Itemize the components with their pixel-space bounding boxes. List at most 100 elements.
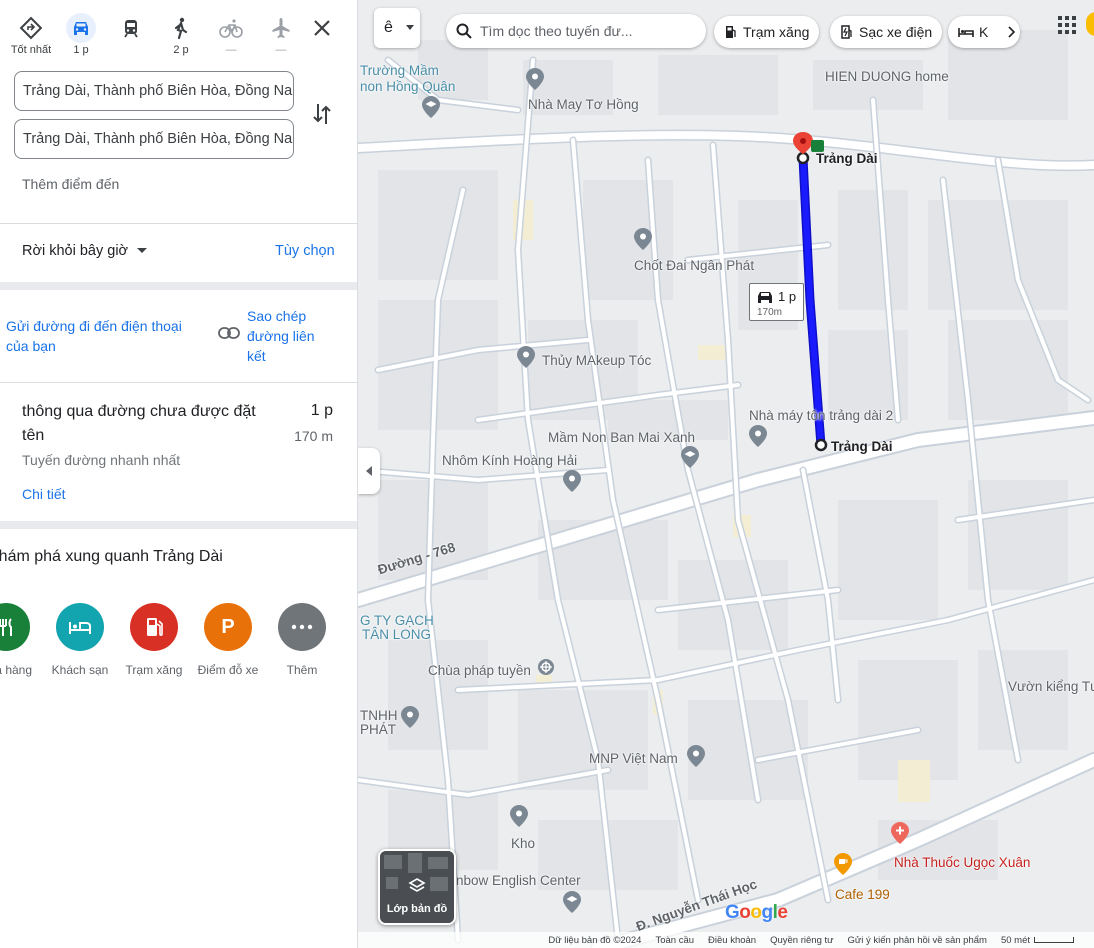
pin-icon[interactable] bbox=[563, 470, 581, 492]
gas-station-icon bbox=[726, 26, 736, 38]
route-search-input[interactable]: Tìm dọc theo tuyến đư... bbox=[446, 14, 706, 48]
category-gas-stations[interactable]: Trạm xăng bbox=[114, 603, 194, 677]
origin-field[interactable]: Trảng Dài, Thành phố Biên Hòa, Đồng Nai bbox=[14, 71, 294, 111]
depart-label: Rời khỏi bây giờ bbox=[22, 243, 129, 259]
chip-label: Trạm xăng bbox=[743, 24, 810, 40]
depart-time-select[interactable]: Rời khỏi bây giờ bbox=[22, 243, 148, 259]
pin-icon[interactable] bbox=[401, 706, 419, 728]
details-link[interactable]: Chi tiết bbox=[22, 486, 66, 502]
layers-button[interactable]: Lớp bản đồ bbox=[378, 849, 456, 925]
map-label: MNP Việt Nam bbox=[589, 751, 678, 766]
close-icon[interactable] bbox=[308, 14, 336, 42]
map-label: Chốt Đai Ngân Phát bbox=[634, 258, 755, 273]
car-icon bbox=[758, 292, 772, 303]
mode-best[interactable]: Tốt nhất bbox=[9, 8, 53, 60]
directions-panel: Tốt nhất 1 p 2 p — — Trảng Dài, Thành ph… bbox=[0, 0, 358, 948]
collapse-panel-button[interactable] bbox=[358, 448, 380, 494]
route-chip-time: 1 p bbox=[778, 289, 797, 304]
mode-walk-label: 2 p bbox=[173, 44, 189, 56]
divider bbox=[0, 521, 357, 529]
lang-label: ê bbox=[384, 19, 393, 36]
mode-transit[interactable] bbox=[109, 8, 153, 60]
category-hotels[interactable]: Khách sạn bbox=[40, 603, 120, 677]
options-link[interactable]: Tùy chọn bbox=[275, 243, 335, 259]
caret-down-icon bbox=[405, 25, 414, 30]
gas-station-icon bbox=[130, 603, 178, 651]
layers-label: Lớp bản đồ bbox=[386, 903, 448, 915]
feedback-link[interactable]: Gửi ý kiến phản hồi về sản phẩm bbox=[848, 935, 987, 946]
category-label: Trạm xăng bbox=[125, 663, 183, 677]
destination-field[interactable]: Trảng Dài, Thành phố Biên Hòa, Đồng Nai bbox=[14, 119, 294, 159]
map-footer: Dữ liệu bản đồ ©2024 Toàn cầu Điều khoản… bbox=[358, 932, 1094, 948]
bike-icon bbox=[219, 19, 243, 38]
maps-app: Tốt nhất 1 p 2 p — — Trảng Dài, Thành ph… bbox=[0, 0, 1094, 948]
pin-icon[interactable] bbox=[526, 68, 544, 90]
map-canvas[interactable]: ê Tìm dọc theo tuyến đư... Trạm xăng Sạc… bbox=[358, 0, 1094, 948]
map-label: Nhà máy tôn trảng dài 2 bbox=[749, 408, 894, 423]
input-tools-button[interactable]: ê bbox=[374, 8, 420, 48]
terms-link[interactable]: Điều khoản bbox=[708, 935, 756, 946]
temple-icon[interactable] bbox=[537, 656, 555, 678]
car-icon bbox=[66, 13, 96, 43]
map-label: TÂN LONG bbox=[362, 627, 432, 642]
ev-charging-icon bbox=[841, 25, 852, 39]
pin-icon[interactable] bbox=[749, 425, 767, 447]
route-time-chip[interactable]: 1 p 170m bbox=[749, 283, 804, 321]
category-more[interactable]: Thêm bbox=[262, 603, 342, 677]
route-distance: 170 m bbox=[294, 428, 333, 444]
cafe-icon[interactable] bbox=[834, 853, 852, 875]
pin-icon[interactable] bbox=[510, 805, 528, 827]
search-placeholder: Tìm dọc theo tuyến đư... bbox=[480, 23, 633, 39]
category-parking[interactable]: P Điểm đỗ xe bbox=[188, 603, 268, 677]
route-subtitle: Tuyến đường nhanh nhất bbox=[22, 452, 181, 468]
pin-icon[interactable] bbox=[687, 745, 705, 767]
travel-modes: Tốt nhất 1 p 2 p — — bbox=[0, 8, 357, 60]
link-icon bbox=[218, 327, 240, 339]
walk-icon bbox=[174, 17, 188, 40]
parking-icon: P bbox=[204, 603, 252, 651]
apps-grid-icon[interactable] bbox=[1056, 14, 1078, 36]
mode-car[interactable]: 1 p bbox=[59, 8, 103, 60]
swap-icon[interactable] bbox=[306, 98, 338, 130]
mode-flight[interactable]: — bbox=[259, 8, 303, 60]
map-label: nbow English Center bbox=[456, 873, 581, 888]
origin-value: Trảng Dài, Thành phố Biên Hòa, Đồng Nai bbox=[23, 83, 294, 99]
category-label: Điểm đỗ xe bbox=[197, 663, 259, 677]
map-label: Trảng Dài bbox=[831, 439, 893, 454]
mode-best-label: Tốt nhất bbox=[10, 44, 52, 56]
chip-hotels[interactable]: K bbox=[948, 16, 1020, 48]
chevron-left-icon bbox=[366, 466, 372, 476]
school-icon[interactable] bbox=[681, 446, 699, 468]
map-label: Nhôm Kính Hoàng Hải bbox=[442, 453, 578, 468]
map-label: Nhà May Tơ Hồng bbox=[528, 97, 639, 112]
road-network bbox=[358, 30, 1094, 948]
train-icon bbox=[124, 20, 138, 38]
map-label: Kho bbox=[511, 836, 536, 851]
pin-icon[interactable] bbox=[634, 228, 652, 250]
mode-bike[interactable]: — bbox=[209, 8, 253, 60]
global-link[interactable]: Toàn cầu bbox=[655, 935, 694, 946]
add-destination[interactable]: Thêm điểm đến bbox=[22, 176, 119, 192]
pharmacy-icon[interactable] bbox=[891, 822, 909, 844]
pin-icon[interactable] bbox=[517, 346, 535, 368]
map-label: non Hồng Quân bbox=[360, 79, 456, 94]
google-logo: Google bbox=[725, 902, 788, 923]
scale-label[interactable]: 50 mét bbox=[1001, 935, 1074, 946]
mode-bike-label: — bbox=[225, 44, 237, 56]
directions-diamond-icon bbox=[19, 16, 43, 40]
more-icon bbox=[278, 603, 326, 651]
school-icon[interactable] bbox=[422, 96, 440, 118]
school-icon[interactable] bbox=[563, 891, 581, 913]
chip-gas-stations[interactable]: Trạm xăng bbox=[714, 16, 820, 48]
mode-walk[interactable]: 2 p bbox=[159, 8, 203, 60]
hotel-icon bbox=[56, 603, 104, 651]
map-label: Vườn kiểng Tư bbox=[1008, 679, 1094, 694]
route-time: 1 p bbox=[310, 402, 333, 419]
privacy-link[interactable]: Quyền riêng tư bbox=[770, 935, 833, 946]
chip-ev-charging[interactable]: Sạc xe điện bbox=[830, 16, 943, 48]
send-to-phone-link[interactable]: Gửi đường đi đến điện thoại của bạn bbox=[6, 316, 206, 356]
mode-car-label: 1 p bbox=[73, 44, 89, 56]
category-label: Thêm bbox=[286, 663, 318, 677]
map-label: Chùa pháp tuyền bbox=[428, 663, 531, 678]
chevron-right-icon[interactable] bbox=[1006, 26, 1016, 38]
